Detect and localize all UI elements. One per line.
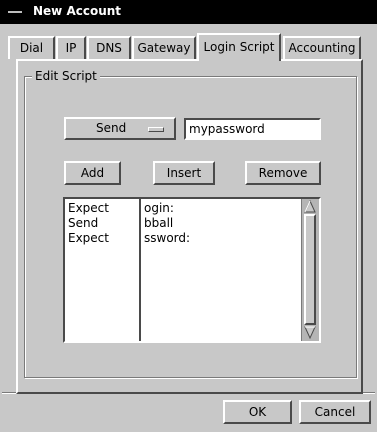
list-scrollbar[interactable]	[301, 199, 319, 341]
tab-label: Accounting	[288, 41, 356, 55]
action-column: Expect Send Expect	[68, 201, 139, 246]
argument-column: ogin: bball ssword:	[144, 201, 294, 246]
action-option-menu[interactable]: Send	[64, 117, 176, 140]
remove-button[interactable]: Remove	[245, 161, 321, 185]
option-menu-indicator-icon	[148, 127, 164, 132]
list-item-argument[interactable]: ssword:	[144, 231, 294, 246]
tab-dial[interactable]: Dial	[8, 36, 55, 59]
column-divider	[139, 199, 141, 341]
scroll-up-arrow-icon[interactable]	[304, 200, 316, 213]
script-list[interactable]: Expect Send Expect ogin: bball ssword:	[63, 197, 321, 343]
tab-label: Login Script	[203, 40, 275, 54]
tab-label: Dial	[19, 41, 44, 55]
tab-ip[interactable]: IP	[56, 36, 86, 59]
list-item-action[interactable]: Expect	[68, 201, 139, 216]
action-option-value: Send	[96, 121, 127, 135]
scrollbar-thumb[interactable]	[304, 214, 316, 325]
window-title: New Account	[33, 4, 122, 18]
title-bar[interactable]: New Account	[0, 0, 377, 24]
insert-button[interactable]: Insert	[153, 161, 215, 185]
tab-accounting[interactable]: Accounting	[283, 36, 361, 59]
list-item-argument[interactable]: ogin:	[144, 201, 294, 216]
tab-dns[interactable]: DNS	[87, 36, 131, 59]
tab-label: Gateway	[137, 41, 191, 55]
add-button[interactable]: Add	[64, 161, 121, 185]
list-item-action[interactable]: Expect	[68, 231, 139, 246]
tab-gateway[interactable]: Gateway	[132, 36, 196, 59]
tab-label: IP	[65, 41, 77, 55]
list-item-action[interactable]: Send	[68, 216, 139, 231]
edit-script-group-label: Edit Script	[32, 69, 100, 83]
ok-button[interactable]: OK	[223, 400, 292, 424]
cancel-button[interactable]: Cancel	[299, 400, 371, 424]
scroll-down-arrow-icon[interactable]	[304, 326, 316, 339]
argument-input[interactable]	[184, 118, 321, 140]
tab-login-script[interactable]: Login Script	[197, 33, 281, 61]
tab-label: DNS	[96, 41, 122, 55]
window-menu-icon[interactable]	[8, 11, 22, 13]
list-item-argument[interactable]: bball	[144, 216, 294, 231]
